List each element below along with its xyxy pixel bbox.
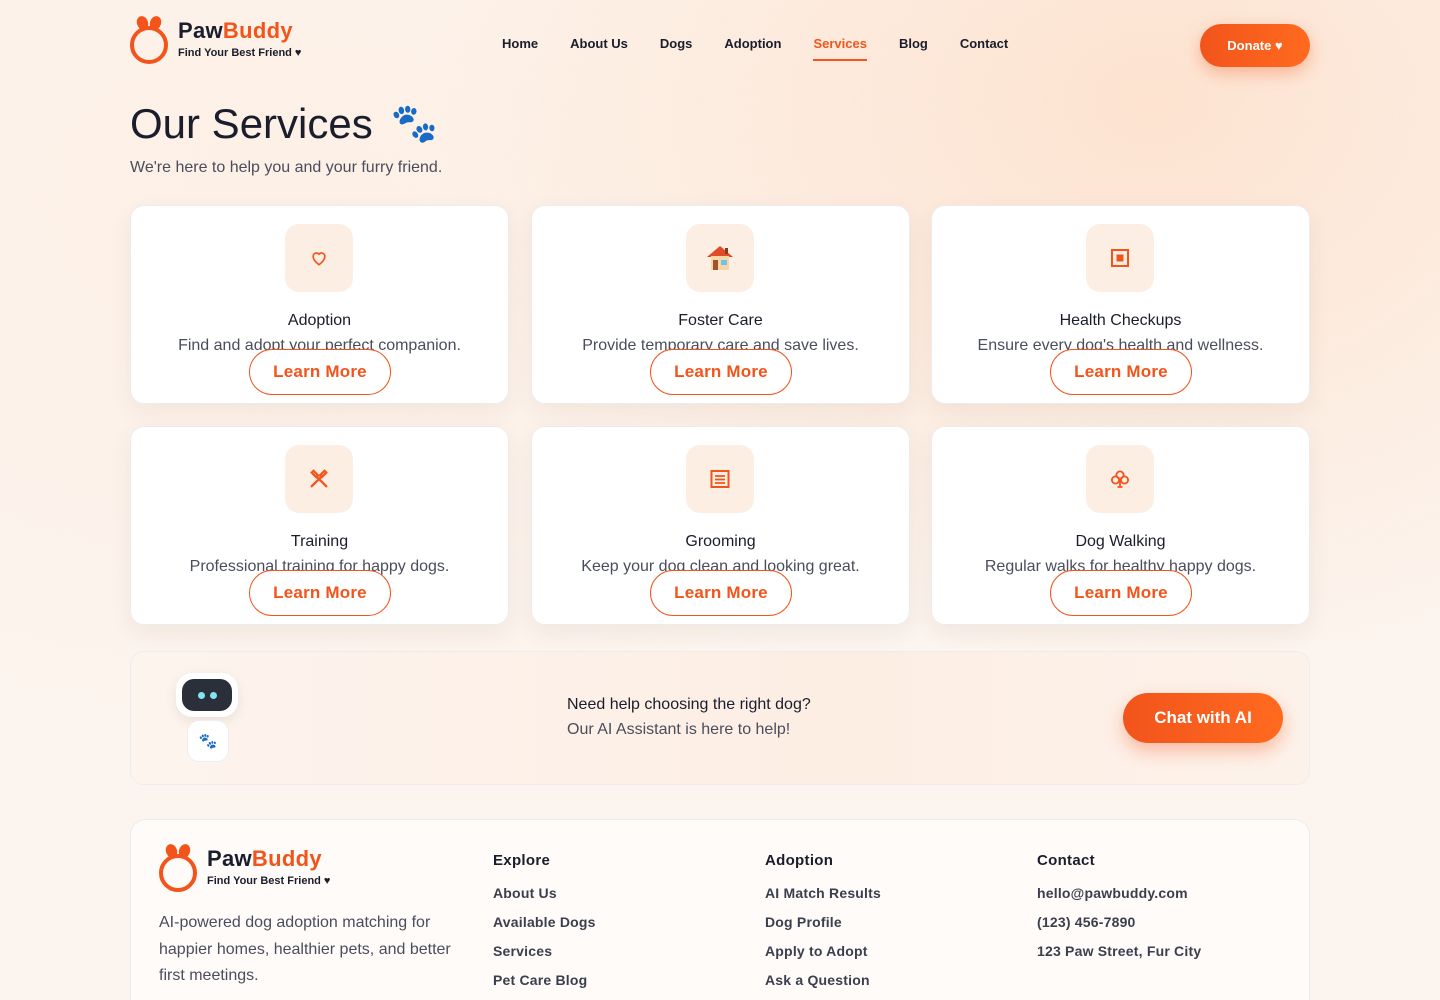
learn-more-button[interactable]: Learn More (249, 570, 391, 616)
page-title-text: Our Services (130, 100, 373, 147)
paw-icon: 🐾 (390, 103, 439, 145)
service-title: Grooming (685, 533, 756, 550)
site-header: PawBuddy Find Your Best Friend ♥ Home Ab… (130, 0, 1310, 90)
logo-icon (130, 14, 170, 64)
learn-more-button[interactable]: Learn More (249, 349, 391, 395)
brand-name: PawBuddy (207, 846, 322, 871)
house-icon (686, 224, 754, 292)
contact-address: 123 Paw Street, Fur City (1037, 943, 1202, 959)
service-title: Dog Walking (1075, 533, 1166, 550)
service-card-foster-care: Foster Care Provide temporary care and s… (531, 205, 910, 404)
footer-column-contact: Contact hello@pawbuddy.com (123) 456-789… (1037, 852, 1201, 972)
ai-assistant-banner: 🐾 Need help choosing the right dog? Our … (130, 651, 1310, 785)
brand-tagline: Find Your Best Friend ♥ (207, 875, 331, 887)
footer-link[interactable]: Apply to Adopt (765, 943, 881, 959)
list-icon (686, 445, 754, 513)
service-title: Foster Care (678, 312, 763, 329)
footer-link[interactable]: Ask a Question (765, 972, 881, 988)
footer-link[interactable]: AI Match Results (765, 885, 881, 901)
footer-link[interactable]: Dog Profile (765, 914, 881, 930)
footer-column-title: Explore (493, 852, 551, 869)
service-title: Training (290, 533, 349, 550)
footer-logo[interactable]: PawBuddy Find Your Best Friend ♥ (159, 842, 330, 892)
footer-column-adoption: Adoption AI Match Results Dog Profile Ap… (765, 852, 881, 1000)
learn-more-button[interactable]: Learn More (650, 570, 792, 616)
heart-icon (285, 224, 353, 292)
footer-column-title: Adoption (765, 852, 834, 869)
brand-tagline: Find Your Best Friend ♥ (178, 47, 302, 59)
nav-services[interactable]: Services (813, 36, 867, 61)
nav-contact[interactable]: Contact (960, 36, 1008, 61)
nav-home[interactable]: Home (502, 36, 538, 61)
footer-description: AI-powered dog adoption matching for hap… (159, 914, 451, 984)
learn-more-button[interactable]: Learn More (1050, 349, 1192, 395)
nav-adoption[interactable]: Adoption (724, 36, 781, 61)
brand-name: PawBuddy (178, 18, 293, 43)
service-card-training: Training Professional training for happy… (130, 426, 509, 625)
ai-banner-question: Need help choosing the right dog? (567, 696, 811, 713)
medical-box-icon (1086, 224, 1154, 292)
nav-dogs[interactable]: Dogs (660, 36, 693, 61)
page-subtitle: We're here to help you and your furry fr… (130, 159, 443, 176)
main-nav: Home About Us Dogs Adoption Services Blo… (502, 36, 1040, 61)
chat-with-ai-button[interactable]: Chat with AI (1123, 693, 1283, 743)
logo-icon (159, 842, 199, 892)
robot-icon (176, 673, 238, 717)
donate-button[interactable]: Donate ♥ (1200, 24, 1310, 67)
learn-more-button[interactable]: Learn More (1050, 570, 1192, 616)
page-title: Our Services 🐾 (130, 100, 438, 148)
learn-more-button[interactable]: Learn More (650, 349, 792, 395)
footer-link[interactable]: About Us (493, 885, 596, 901)
footer-link[interactable]: Pet Care Blog (493, 972, 596, 988)
paw-icon: 🐾 (187, 720, 229, 762)
footer-column-explore: Explore About Us Available Dogs Services… (493, 852, 596, 1000)
service-card-grooming: Grooming Keep your dog clean and looking… (531, 426, 910, 625)
footer-link[interactable]: Services (493, 943, 596, 959)
footer-link[interactable]: Available Dogs (493, 914, 596, 930)
service-card-health-checkups: Health Checkups Ensure every dog's healt… (931, 205, 1310, 404)
nav-about-us[interactable]: About Us (570, 36, 628, 61)
service-card-adoption: Adoption Find and adopt your perfect com… (130, 205, 509, 404)
service-card-dog-walking: Dog Walking Regular walks for healthy ha… (931, 426, 1310, 625)
contact-phone-link[interactable]: (123) 456-7890 (1037, 914, 1201, 930)
service-title: Health Checkups (1059, 312, 1182, 329)
site-footer: PawBuddy Find Your Best Friend ♥ AI-powe… (130, 819, 1310, 1000)
tools-icon (285, 445, 353, 513)
footer-column-title: Contact (1037, 852, 1095, 869)
ai-banner-subtext: Our AI Assistant is here to help! (567, 721, 791, 738)
contact-email-link[interactable]: hello@pawbuddy.com (1037, 885, 1201, 901)
brand-logo[interactable]: PawBuddy Find Your Best Friend ♥ (130, 14, 301, 64)
club-icon (1086, 445, 1154, 513)
service-title: Adoption (287, 312, 352, 329)
nav-blog[interactable]: Blog (899, 36, 928, 61)
